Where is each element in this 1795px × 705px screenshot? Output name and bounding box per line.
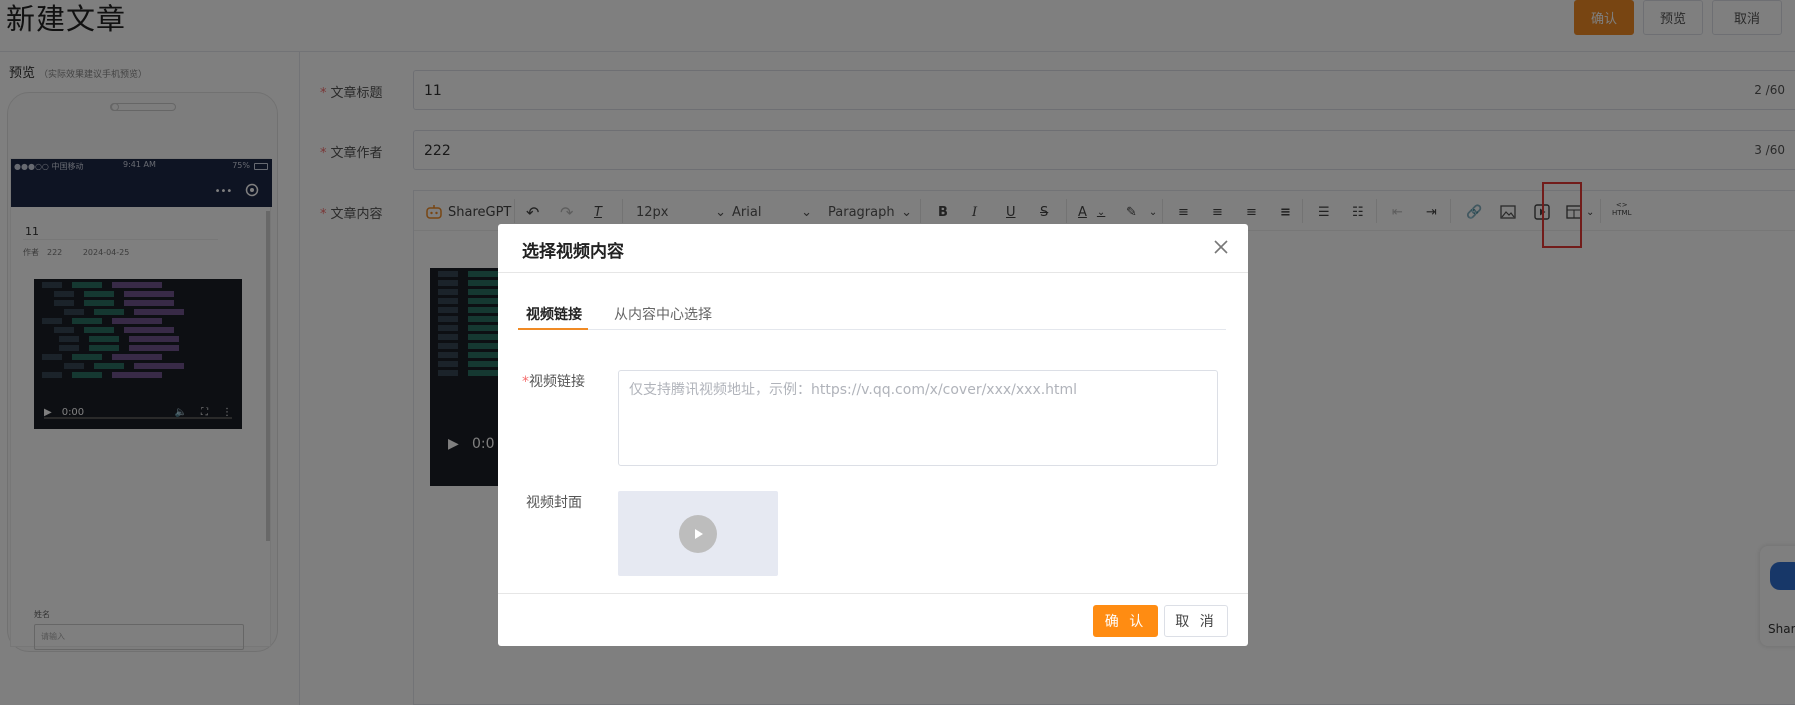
tab-video-link[interactable]: 视频链接 — [526, 304, 582, 324]
dialog-confirm-button[interactable]: 确 认 — [1093, 605, 1158, 637]
video-link-input[interactable] — [618, 370, 1218, 466]
close-icon[interactable] — [1210, 236, 1232, 258]
dialog-cancel-button[interactable]: 取 消 — [1164, 605, 1228, 637]
divider — [498, 272, 1248, 273]
divider — [498, 593, 1248, 594]
tab-divider — [518, 329, 1226, 330]
play-icon[interactable] — [679, 514, 717, 553]
tab-content-center[interactable]: 从内容中心选择 — [614, 304, 712, 324]
video-cover-placeholder[interactable] — [618, 491, 778, 576]
dialog-title: 选择视频内容 — [522, 242, 624, 262]
active-tab-indicator — [518, 328, 588, 330]
video-dialog: 选择视频内容 视频链接 从内容中心选择 *视频链接 视频封面 确 认 取 消 — [498, 224, 1248, 646]
video-link-label: *视频链接 — [522, 374, 585, 390]
video-cover-label: 视频封面 — [526, 495, 582, 511]
